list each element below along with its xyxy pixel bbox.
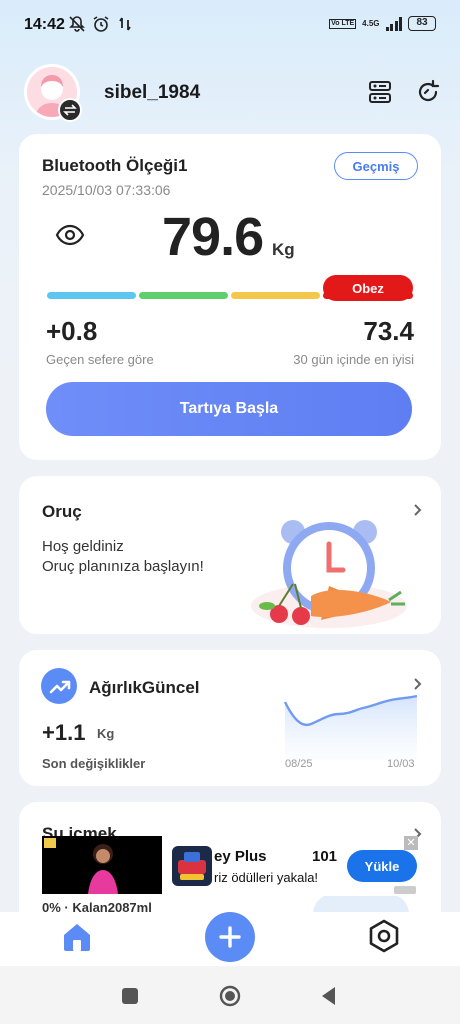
- fasting-card[interactable]: Oruç Hoş geldiniz Oruç planınıza başlayı…: [19, 476, 441, 634]
- settings-icon[interactable]: [366, 918, 402, 954]
- bmi-status-badge: Obez: [323, 275, 413, 301]
- ad-install-button[interactable]: Yükle: [347, 850, 417, 882]
- home-icon[interactable]: [58, 918, 96, 956]
- volte-icon: Vo LTE: [329, 18, 357, 29]
- switch-user-icon[interactable]: [58, 98, 82, 122]
- weight-trend-title: AğırlıkGüncel: [89, 678, 200, 697]
- eye-icon[interactable]: [55, 220, 85, 250]
- bmi-segment-overweight: [231, 292, 320, 299]
- weight-change-label: Son değişiklikler: [42, 756, 146, 771]
- chart-end-date: 10/03: [387, 758, 415, 770]
- scale-device-name: Bluetooth Ölçeği1: [42, 156, 188, 175]
- fasting-title: Oruç: [42, 502, 82, 521]
- add-button[interactable]: [205, 912, 255, 962]
- header: sibel_1984: [0, 62, 460, 124]
- change-label: Geçen sefere göre: [46, 352, 154, 367]
- sync-icon[interactable]: [414, 78, 442, 106]
- ad-info-icon[interactable]: [394, 886, 416, 894]
- ad-video-badge: [44, 838, 56, 848]
- system-nav-bar: [0, 966, 460, 1024]
- scale-device-icon[interactable]: [366, 78, 394, 106]
- ad-banner[interactable]: ey Plus 101 riz ödülleri yakala! Yükle ✕: [42, 836, 418, 896]
- ad-subtitle: riz ödülleri yakala!: [214, 870, 319, 885]
- weight-trend-card[interactable]: AğırlıkGüncel +1.1 Kg Son değişiklikler …: [19, 650, 441, 786]
- ad-person-image: [88, 844, 118, 894]
- weight-change-unit: Kg: [97, 726, 115, 741]
- status-time: 14:42: [24, 16, 65, 33]
- weight-trend-sparkline: [283, 694, 418, 760]
- change-value: +0.8: [46, 316, 98, 346]
- recent-apps-icon[interactable]: [122, 988, 138, 1004]
- status-left-icons: [68, 15, 134, 33]
- back-icon[interactable]: [318, 984, 340, 1008]
- ad-video[interactable]: [42, 836, 162, 894]
- bmi-segment-underweight: [47, 292, 136, 299]
- trend-up-icon: [41, 668, 77, 704]
- signal-icon: [385, 16, 402, 31]
- status-right-icons: Vo LTE 4.5G 83: [329, 16, 436, 31]
- system-home-icon[interactable]: [218, 984, 242, 1008]
- ad-app-name: ey Plus: [214, 848, 267, 865]
- fasting-subtitle: Oruç planınıza başlayın!: [42, 558, 204, 575]
- ad-close-icon[interactable]: ✕: [404, 836, 418, 850]
- bottom-nav: [0, 912, 460, 966]
- best-value: 73.4: [363, 316, 414, 346]
- alarm-icon: [93, 16, 109, 32]
- status-bar: 14:42 Vo LTE 4.5G 83: [0, 0, 460, 52]
- clock-food-illustration: [251, 520, 407, 628]
- add-icon: [219, 926, 241, 948]
- mute-bell-icon: [69, 16, 85, 32]
- best-label: 30 gün içinde en iyisi: [293, 352, 414, 367]
- measurement-date: 2025/10/03 07:33:06: [42, 182, 171, 198]
- battery-icon: 83: [408, 16, 436, 31]
- chart-start-date: 08/25: [285, 758, 313, 770]
- chevron-right-icon[interactable]: [411, 504, 423, 516]
- weight-value: 79.6: [162, 207, 264, 267]
- bmi-segment-normal: [139, 292, 228, 299]
- username: sibel_1984: [104, 82, 201, 103]
- weight-change-value: +1.1: [42, 720, 86, 745]
- ad-rating: 101: [312, 848, 338, 865]
- network-type-label: 4.5G: [362, 18, 380, 28]
- start-weighing-button[interactable]: Tartıya Başla: [46, 382, 412, 436]
- ad-app-icon[interactable]: [172, 846, 212, 886]
- history-button[interactable]: Geçmiş: [334, 152, 418, 180]
- weight-unit: Kg: [272, 240, 295, 259]
- scale-card: Bluetooth Ölçeği1 2025/10/03 07:33:06 Ge…: [19, 134, 441, 460]
- fasting-welcome: Hoş geldiniz: [42, 538, 124, 555]
- data-transfer-icon: [119, 17, 131, 31]
